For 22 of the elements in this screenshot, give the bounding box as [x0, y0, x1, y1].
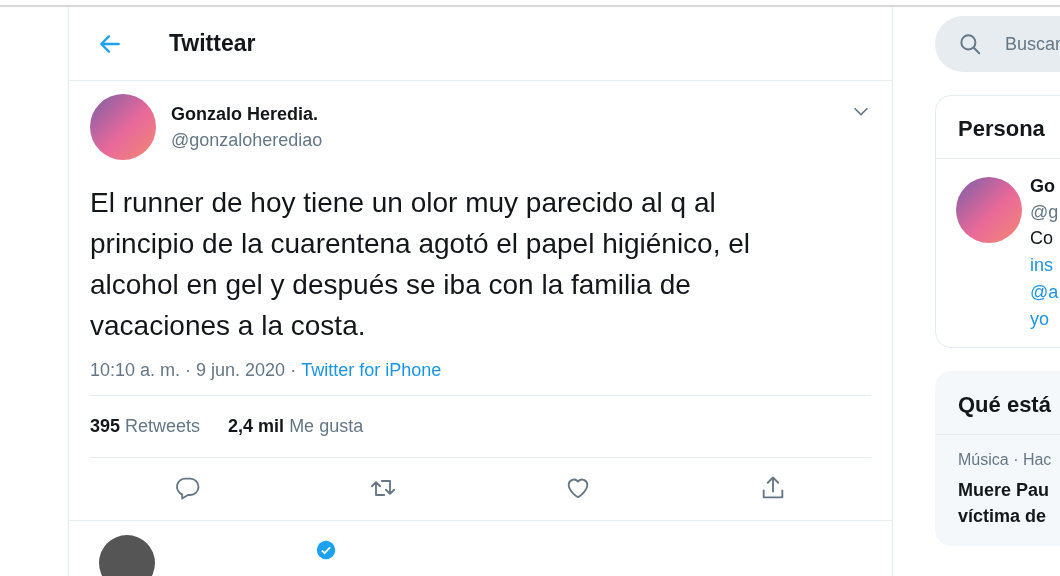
trend-category[interactable]: Música · Hac	[958, 451, 1060, 469]
author-handle[interactable]: @gonzaloherediao	[171, 129, 835, 151]
author-name[interactable]: Gonzalo Heredia.	[171, 103, 835, 125]
stat-link[interactable]: 395 Retweets	[90, 416, 201, 437]
bio-link[interactable]: ins	[1030, 252, 1059, 279]
bio-link[interactable]: yo	[1030, 306, 1059, 333]
person-name[interactable]: Go	[1030, 173, 1059, 199]
avatar-photo-placeholder[interactable]	[99, 535, 155, 576]
trend-headline[interactable]: Muere Pau	[958, 477, 1060, 503]
person-handle[interactable]: @g	[1030, 199, 1059, 225]
source-link[interactable]: Twitter for iPhone	[301, 360, 442, 381]
trend-headline[interactable]: víctima de	[958, 503, 1060, 529]
page-title: Twittear	[169, 30, 256, 57]
bio-link[interactable]: @a	[1030, 279, 1059, 306]
bio-text: Co	[1030, 227, 1054, 250]
card-title: Persona	[936, 96, 1060, 159]
card-title: Qué está	[936, 372, 1060, 435]
stat-link[interactable]: 2,4 mil Me gusta	[228, 416, 364, 437]
search-field[interactable]: Buscar	[935, 16, 1060, 72]
tweet-timestamp[interactable]: 10:10 a. m. · 9 jun. 2020	[90, 360, 286, 381]
tweet-text: El runner de hoy tiene un olor muy parecido al q al principio de la cuarentena agotó el papel higiénico, el alcohol en gel y después se iba con la familia de vacaciones a la costa.	[90, 186, 752, 343]
separator-dot: ·	[290, 360, 297, 381]
